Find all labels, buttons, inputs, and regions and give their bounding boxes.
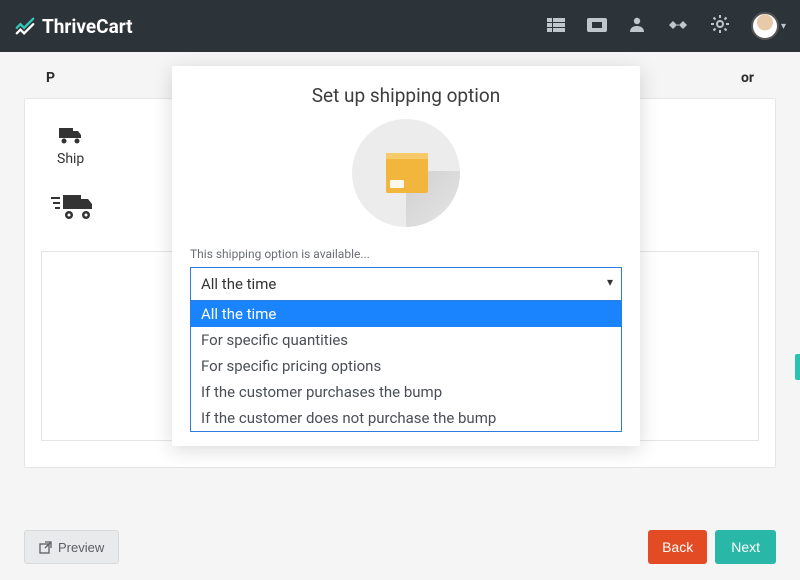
external-link-icon xyxy=(39,541,52,554)
user-icon[interactable] xyxy=(629,16,645,36)
availability-select[interactable]: All the time All the time For specific q… xyxy=(190,267,622,432)
avatar xyxy=(751,12,779,40)
teal-accent xyxy=(795,354,800,380)
modal-title: Set up shipping option xyxy=(172,84,640,107)
back-button[interactable]: Back xyxy=(648,530,707,564)
tab-right-partial: or xyxy=(741,70,754,86)
chevron-down-icon: ▾ xyxy=(781,21,786,32)
tab-left-partial: P xyxy=(46,70,55,86)
shipping-section-header: Ship xyxy=(57,125,84,167)
topbar-icons: ▾ xyxy=(547,12,786,40)
shipping-label: Ship xyxy=(57,151,84,167)
logo-icon xyxy=(14,15,36,37)
select-option[interactable]: All the time xyxy=(191,301,621,327)
gear-icon[interactable] xyxy=(711,15,729,37)
brand-name: ThriveCart xyxy=(42,15,133,38)
select-option[interactable]: If the customer does not purchase the bu… xyxy=(191,405,621,431)
select-option[interactable]: If the customer purchases the bump xyxy=(191,379,621,405)
footer-buttons: Preview Back Next xyxy=(0,530,800,580)
topbar: ThriveCart ▾ xyxy=(0,0,800,52)
handshake-icon[interactable] xyxy=(667,17,689,36)
user-menu[interactable]: ▾ xyxy=(751,12,786,40)
select-option[interactable]: For specific pricing options xyxy=(191,353,621,379)
next-button[interactable]: Next xyxy=(715,530,776,564)
brand-logo[interactable]: ThriveCart xyxy=(14,15,133,38)
availability-field-label: This shipping option is available... xyxy=(172,247,640,267)
select-options-list: All the time For specific quantities For… xyxy=(190,301,622,432)
package-icon xyxy=(386,153,428,193)
grid-icon[interactable] xyxy=(547,17,565,36)
fast-shipping-icon xyxy=(51,191,95,225)
preview-label: Preview xyxy=(58,540,104,555)
truck-icon xyxy=(57,125,84,149)
package-illustration xyxy=(352,119,460,227)
preview-button[interactable]: Preview xyxy=(24,530,119,564)
select-option[interactable]: For specific quantities xyxy=(191,327,621,353)
shipping-option-modal: Set up shipping option This shipping opt… xyxy=(172,66,640,446)
select-current-value[interactable]: All the time xyxy=(190,267,622,301)
ticket-icon[interactable] xyxy=(587,17,607,36)
